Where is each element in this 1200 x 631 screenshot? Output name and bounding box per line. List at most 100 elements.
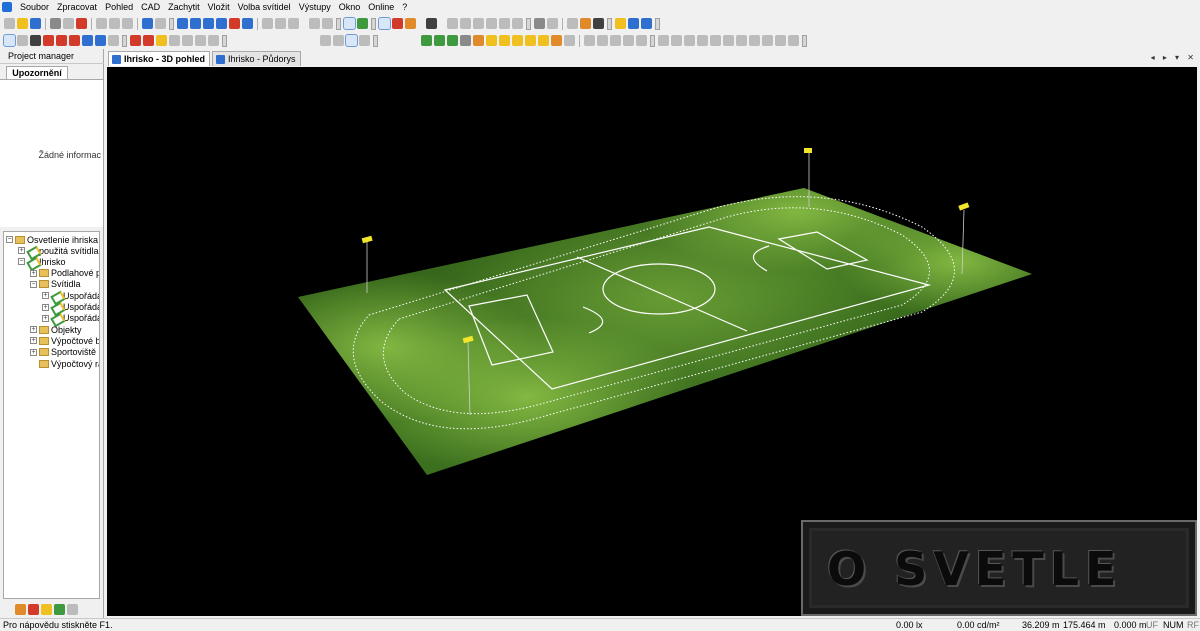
luminaire-props-icon[interactable]	[208, 35, 219, 46]
luminaire-line-icon[interactable]	[156, 35, 167, 46]
tree-icon[interactable]	[447, 35, 458, 46]
expand-icon[interactable]: +	[18, 247, 25, 254]
wall-icon[interactable]	[499, 35, 510, 46]
toolbar-dropdown[interactable]	[650, 34, 655, 47]
hand-icon[interactable]	[359, 35, 370, 46]
print-preview-icon[interactable]	[63, 18, 74, 29]
expand-icon[interactable]: +	[30, 337, 37, 345]
measure-icon[interactable]	[447, 18, 458, 29]
tree-item[interactable]: Výpočtový ras	[30, 358, 99, 369]
false-colors-icon[interactable]	[392, 18, 403, 29]
pointer-icon[interactable]	[262, 18, 273, 29]
menu-vlozit[interactable]: Vložit	[204, 0, 234, 14]
undo-icon[interactable]	[142, 18, 153, 29]
calc-surface-icon[interactable]	[658, 35, 669, 46]
calc-semicyl-icon[interactable]	[749, 35, 760, 46]
toolbar-dropdown[interactable]	[607, 17, 612, 30]
menu-pohled[interactable]: Pohled	[101, 0, 137, 14]
menu-okno[interactable]: Okno	[335, 0, 365, 14]
window-icon[interactable]	[641, 18, 652, 29]
calc-other-icon[interactable]	[788, 35, 799, 46]
menu-volba-svitidel[interactable]: Volba svítidel	[234, 0, 295, 14]
copy-object-icon[interactable]	[43, 35, 54, 46]
mirror-icon[interactable]	[56, 35, 67, 46]
tree-item[interactable]: + Sportoviště	[30, 347, 96, 358]
toolbar-dropdown[interactable]	[655, 17, 660, 30]
luminaire-field-icon[interactable]	[143, 35, 154, 46]
menu-soubor[interactable]: Soubor	[16, 0, 53, 14]
calc-glare-icon[interactable]	[697, 35, 708, 46]
cut-icon[interactable]	[96, 18, 107, 29]
polyline-icon[interactable]	[597, 35, 608, 46]
properties-icon[interactable]	[67, 603, 78, 615]
tab-upozorneni[interactable]: Upozornění	[6, 66, 68, 80]
tree-item[interactable]: − Ihrisko	[18, 256, 66, 267]
view-front-icon[interactable]	[203, 18, 214, 29]
cursor-icon[interactable]	[320, 35, 331, 46]
view-render-icon[interactable]	[229, 18, 240, 29]
floor-icon[interactable]	[512, 35, 523, 46]
expand-icon[interactable]: +	[30, 326, 37, 334]
tree-item[interactable]: + použitá svítidla	[18, 245, 99, 256]
tree-item[interactable]: + Objekty	[30, 324, 82, 335]
ceiling-icon[interactable]	[525, 35, 536, 46]
pick-icon[interactable]	[333, 35, 344, 46]
toolbar-dropdown[interactable]	[526, 17, 531, 30]
calc-ugr-icon[interactable]	[762, 35, 773, 46]
aim-icon[interactable]	[195, 35, 206, 46]
view-other-icon[interactable]	[242, 18, 253, 29]
zoom-icon[interactable]	[309, 18, 320, 29]
new-file-icon[interactable]	[4, 18, 15, 29]
magic-icon[interactable]	[615, 18, 626, 29]
expand-icon[interactable]: +	[30, 269, 37, 277]
calc-gr-icon[interactable]	[775, 35, 786, 46]
collapse-icon[interactable]: −	[6, 236, 13, 243]
toolbar-dropdown[interactable]	[122, 34, 127, 47]
solid-view-icon[interactable]	[357, 18, 368, 29]
toolbar-dropdown[interactable]	[373, 34, 378, 47]
luminaire-circle-icon[interactable]	[169, 35, 180, 46]
tab-controls[interactable]: ◂ ▸ ▾ ✕	[1151, 53, 1197, 62]
tree-item-root[interactable]: − Osvetlenie ihriska	[6, 234, 98, 245]
add-luminaire-icon[interactable]	[130, 35, 141, 46]
sphere-icon[interactable]	[405, 18, 416, 29]
tree-item[interactable]: + Uspořádán	[42, 313, 99, 324]
collapse-icon[interactable]: −	[30, 280, 37, 288]
add-exterior-icon[interactable]	[41, 603, 52, 615]
toolbar-dropdown[interactable]	[169, 17, 174, 30]
redo-icon[interactable]	[155, 18, 166, 29]
calc-point-icon[interactable]	[671, 35, 682, 46]
camera-orbit-icon[interactable]	[345, 34, 358, 47]
menu-online[interactable]: Online	[364, 0, 398, 14]
pan-icon[interactable]	[288, 18, 299, 29]
menu-zachytit[interactable]: Zachytit	[164, 0, 204, 14]
tree-item[interactable]: + Výpočtové bo	[30, 335, 99, 346]
ellipse-icon[interactable]	[636, 35, 647, 46]
layout-icon[interactable]	[628, 18, 639, 29]
tree-item[interactable]: + Uspořádán	[42, 290, 99, 301]
copy-icon[interactable]	[109, 18, 120, 29]
object-icon[interactable]	[460, 35, 471, 46]
toolbar-dropdown[interactable]	[802, 34, 807, 47]
menu-zpracovat[interactable]: Zpracovat	[53, 0, 101, 14]
door-icon[interactable]	[551, 35, 562, 46]
print-icon[interactable]	[50, 18, 61, 29]
tab-plan-view[interactable]: Ihrisko - Půdorys	[212, 51, 301, 66]
menu-cad[interactable]: CAD	[137, 0, 164, 14]
expand-icon[interactable]: +	[42, 303, 49, 311]
luminaire-single-icon[interactable]	[182, 35, 193, 46]
array-icon[interactable]	[69, 35, 80, 46]
move-icon[interactable]	[17, 35, 28, 46]
app-icon[interactable]	[2, 2, 12, 12]
rotate-icon[interactable]	[275, 18, 286, 29]
open-folder-icon[interactable]	[17, 18, 28, 29]
save-icon[interactable]	[30, 18, 41, 29]
viewport-3d[interactable]: O SVETLE	[107, 67, 1197, 616]
grid-icon[interactable]	[473, 18, 484, 29]
list-icon[interactable]	[547, 18, 558, 29]
text-icon[interactable]	[512, 18, 523, 29]
wireframe-icon[interactable]	[343, 17, 356, 30]
snap-icon[interactable]	[108, 35, 119, 46]
add-street-icon[interactable]	[54, 603, 65, 615]
isolines-icon[interactable]	[460, 18, 471, 29]
